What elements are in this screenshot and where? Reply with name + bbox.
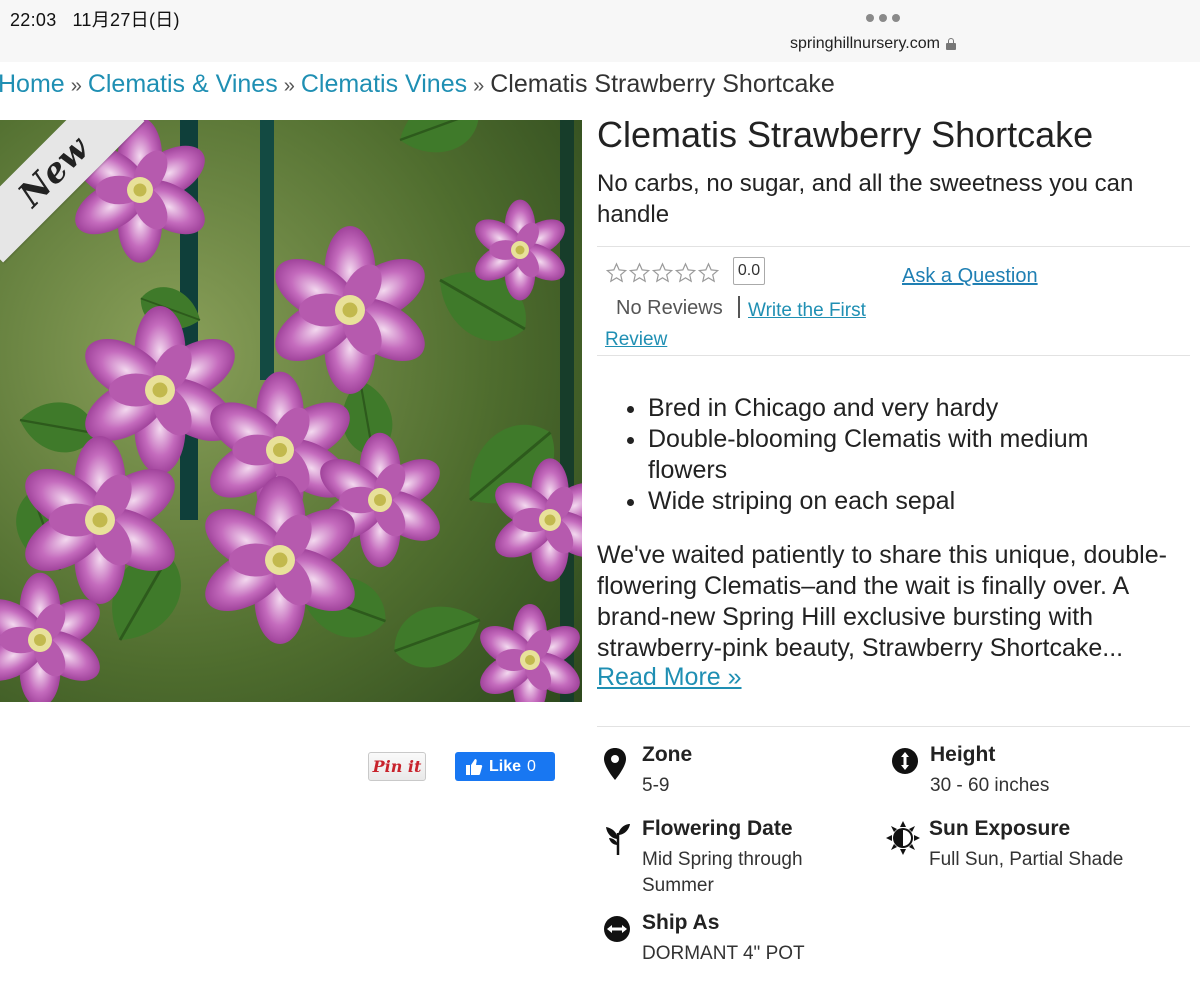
breadcrumb-link-clematis-vines-category[interactable]: Clematis & Vines [88,70,278,98]
ship-as-label: Ship As [642,911,720,934]
height-label: Height [930,743,996,766]
breadcrumb-link-home[interactable]: Home [0,70,65,98]
product-description: We've waited patiently to share this uni… [597,541,1167,662]
thumbs-up-icon [466,758,483,775]
ship-arrows-icon [604,916,630,942]
sprout-icon [606,824,630,855]
clock-time: 22:03 [10,10,57,30]
rating-stars[interactable] [605,262,720,284]
divider [597,726,1190,727]
status-time: 22:03 11月27日(日) [10,6,180,32]
browser-status-bar: 22:03 11月27日(日) springhillnursery.com [0,0,1200,62]
feature-list: Bred in Chicago and very hardy Double-bl… [612,393,1148,517]
read-more-link[interactable]: Read More » [597,663,742,692]
clock-date: 11月27日(日) [72,10,180,30]
zone-value: 5-9 [642,775,670,796]
product-image[interactable]: New [0,120,582,702]
sun-icon [886,821,920,855]
breadcrumb-current: Clematis Strawberry Shortcake [490,70,835,98]
rating-value: 0.0 [733,257,765,285]
flowering-date-value: Mid Spring through Summer [642,849,803,896]
breadcrumb-separator: » [473,75,485,97]
divider [597,355,1190,356]
star-empty-icon [651,262,674,283]
height-value: 30 - 60 inches [930,775,1050,796]
more-options-icon[interactable] [866,14,900,22]
ask-question-link[interactable]: Ask a Question [902,265,1038,288]
divider [597,246,1190,247]
like-label: Like [489,757,522,775]
star-empty-icon [674,262,697,283]
star-empty-icon [605,262,628,283]
pin-it-button[interactable]: Pin it [368,752,426,781]
feature-item: Bred in Chicago and very hardy [648,393,1148,424]
star-empty-icon [628,262,651,283]
height-arrows-icon [892,748,918,774]
zone-label: Zone [642,743,693,766]
sun-exposure-value: Full Sun, Partial Shade [929,849,1124,870]
pin-it-label: Pin it [372,757,422,776]
write-review-wrapper: Write the First Review [605,296,905,354]
breadcrumb-separator: » [283,75,295,97]
address-bar[interactable]: springhillnursery.com [790,35,956,53]
breadcrumb-link-clematis-vines[interactable]: Clematis Vines [301,70,467,98]
product-title: Clematis Strawberry Shortcake [597,114,1094,155]
flowering-date-label: Flowering Date [642,817,793,840]
feature-item: Double-blooming Clematis with medium flo… [648,424,1148,486]
like-count: 0 [527,757,536,775]
star-empty-icon [697,262,720,283]
url-text: springhillnursery.com [790,35,940,52]
location-pin-icon [604,748,626,780]
product-tagline: No carbs, no sugar, and all the sweetnes… [597,170,1134,228]
facebook-like-button[interactable]: Like 0 [455,752,555,781]
breadcrumb-separator: » [70,75,82,97]
lock-icon [945,38,956,50]
sun-exposure-label: Sun Exposure [929,817,1071,840]
clematis-photo [0,120,582,702]
feature-item: Wide striping on each sepal [648,486,1148,517]
write-first-review-link[interactable]: Write the First Review [605,300,866,350]
breadcrumb: Home» Clematis & Vines» Clematis Vines» Cle… [0,70,835,99]
ship-as-value: DORMANT 4" POT [642,943,805,964]
